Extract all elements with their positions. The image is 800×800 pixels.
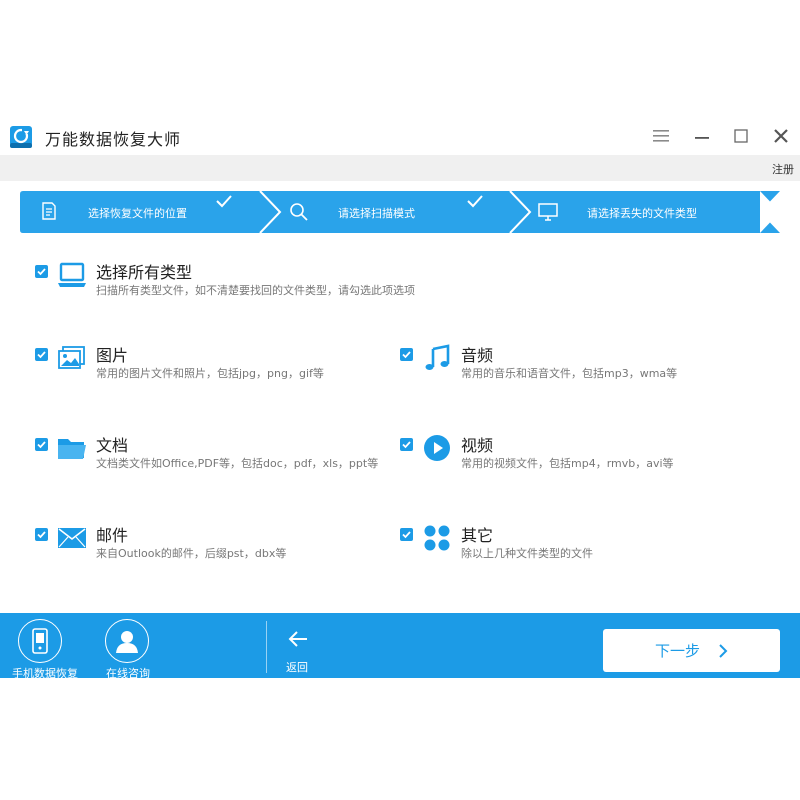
option-title: 音频 [461,346,494,365]
folder-icon [57,433,87,463]
option-video[interactable]: 视频 常用的视频文件，包括mp4，rmvb，avi等 [400,433,740,473]
monitor-icon [537,202,558,222]
step-file-type: 请选择丢失的文件类型 [520,191,780,233]
play-icon [422,433,452,463]
close-icon[interactable] [770,125,792,147]
footer-bar: 手机数据恢复 在线咨询 返回 下一步 [0,613,800,681]
step-scan-mode: 请选择扫描模式 [270,191,520,233]
online-consult-button[interactable] [105,619,149,663]
option-all-types[interactable]: 选择所有类型 扫描所有类型文件，如不清楚要找回的文件类型，请勾选此项选项 [35,260,455,300]
check-icon [216,195,232,208]
option-other[interactable]: 其它 除以上几种文件类型的文件 [400,523,740,563]
option-title: 其它 [461,526,494,545]
next-step-button[interactable]: 下一步 [603,629,780,672]
app-title: 万能数据恢复大师 [45,130,182,149]
option-desc: 常用的音乐和语音文件，包括mp3，wma等 [461,367,678,380]
title-bar: 万能数据恢复大师 [0,115,800,155]
checkbox-documents[interactable] [35,438,48,451]
checkbox-audio[interactable] [400,348,413,361]
checkbox-pictures[interactable] [35,348,48,361]
phone-recovery-button[interactable] [18,619,62,663]
option-desc: 来自Outlook的邮件，后缀pst，dbx等 [96,547,287,560]
option-desc: 常用的视频文件，包括mp4，rmvb，avi等 [461,457,674,470]
option-desc: 除以上几种文件类型的文件 [461,547,593,560]
option-title: 选择所有类型 [96,263,193,282]
option-title: 视频 [461,436,494,455]
checkbox-email[interactable] [35,528,48,541]
option-desc: 扫描所有类型文件，如不清楚要找回的文件类型，请勾选此项选项 [96,284,415,297]
phone-icon [32,628,48,654]
chevron-right-icon [718,643,728,659]
envelope-icon [57,523,87,553]
step-select-location: 选择恢复文件的位置 [20,191,270,233]
option-title: 文档 [96,436,129,455]
music-note-icon [422,343,452,373]
maximize-icon[interactable] [730,125,752,147]
step-label: 请选择扫描模式 [338,207,415,220]
next-step-label: 下一步 [654,642,700,660]
register-link[interactable]: 注册 [772,161,794,177]
user-icon [116,631,138,653]
check-icon [467,195,483,208]
back-arrow-icon[interactable] [286,627,310,651]
step-label: 选择恢复文件的位置 [88,207,187,220]
picture-icon [57,343,87,373]
footer-divider [266,621,267,673]
search-icon [289,202,309,222]
checkbox-all-types[interactable] [35,265,48,278]
menu-icon[interactable] [650,125,672,147]
checkbox-other[interactable] [400,528,413,541]
document-edit-icon [40,202,60,222]
option-desc: 文档类文件如Office,PDF等，包括doc，pdf，xls，ppt等 [96,457,379,470]
grid-dots-icon [422,523,452,553]
app-logo-icon [9,125,33,149]
option-pictures[interactable]: 图片 常用的图片文件和照片，包括jpg，png，gif等 [35,343,375,383]
option-title: 邮件 [96,526,129,545]
register-bar: 注册 [0,155,800,181]
option-email[interactable]: 邮件 来自Outlook的邮件，后缀pst，dbx等 [35,523,375,563]
step-progress-bar: 选择恢复文件的位置 请选择扫描模式 请选择丢失的文件类型 [20,191,780,233]
option-title: 图片 [96,346,129,365]
app-window: 万能数据恢复大师 注册 选择恢复文件的位置 请选择扫描模式 请选择丢失的文件类型… [0,115,800,681]
phone-recovery-label[interactable]: 手机数据恢复 [12,665,78,681]
laptop-icon [57,260,87,290]
online-consult-label[interactable]: 在线咨询 [106,665,150,681]
option-documents[interactable]: 文档 文档类文件如Office,PDF等，包括doc，pdf，xls，ppt等 [35,433,395,473]
option-desc: 常用的图片文件和照片，包括jpg，png，gif等 [96,367,324,380]
step-label: 请选择丢失的文件类型 [587,207,697,220]
option-audio[interactable]: 音频 常用的音乐和语音文件，包括mp3，wma等 [400,343,740,383]
back-button-label[interactable]: 返回 [286,659,308,675]
minimize-icon[interactable] [691,125,713,147]
checkbox-video[interactable] [400,438,413,451]
